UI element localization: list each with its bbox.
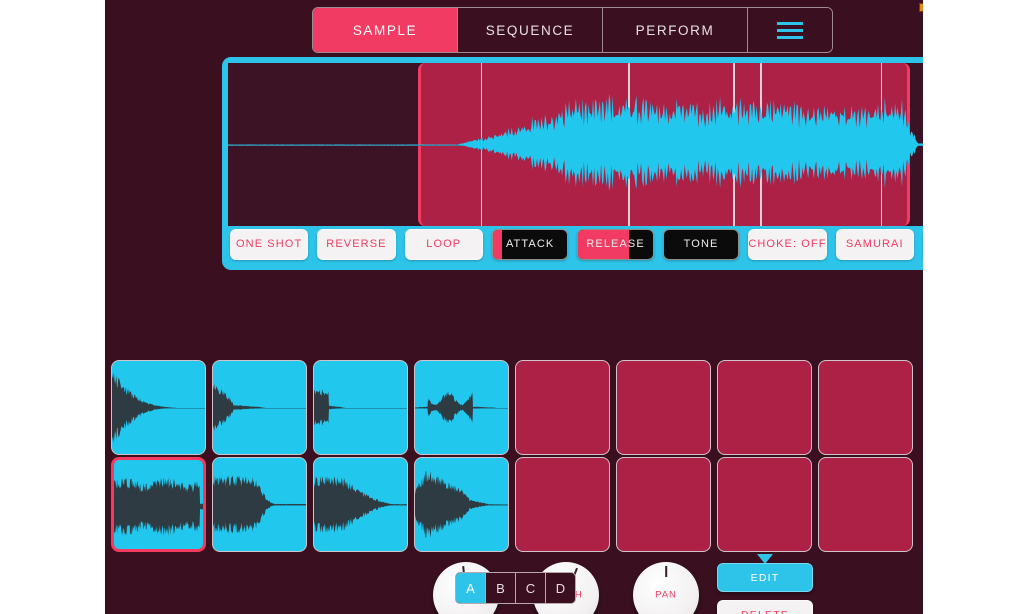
pad-waveform-graphic — [213, 475, 306, 534]
tab-perform[interactable]: PERFORM — [603, 8, 748, 52]
bank-d-button[interactable]: D — [546, 573, 575, 603]
sampler-app-window: SAMPLE SEQUENCE PERFORM ONE SHOT REVERSE… — [105, 0, 923, 614]
pad-waveform-graphic — [314, 476, 407, 533]
main-tab-bar: SAMPLE SEQUENCE PERFORM — [312, 7, 833, 53]
delete-button[interactable]: DELETE — [717, 600, 813, 614]
option-choke-off-button[interactable]: CHOKE: OFF — [748, 228, 827, 260]
option-label: REVERSE — [326, 238, 387, 250]
tab-perform-label: PERFORM — [635, 22, 715, 38]
parameter-knob-row: VOL PITCH PAN EDIT DELETE — [105, 278, 923, 614]
pad-7[interactable] — [717, 360, 812, 455]
option-one-shot-button[interactable]: ONE SHOT — [230, 228, 309, 260]
option-label: RELEASE — [586, 238, 645, 250]
pad-6[interactable] — [616, 360, 711, 455]
knob-pan-pointer — [665, 566, 667, 577]
pad-waveform-graphic — [112, 371, 205, 444]
edit-button-label: EDIT — [750, 571, 780, 584]
pad-12[interactable] — [414, 457, 509, 552]
pad-14[interactable] — [616, 457, 711, 552]
option-tone-button[interactable]: TONE — [662, 228, 740, 260]
option-release-button[interactable]: RELEASE — [577, 228, 654, 260]
bank-label: D — [555, 580, 566, 596]
bank-label: B — [496, 580, 505, 596]
pad-5[interactable] — [515, 360, 610, 455]
waveform-display[interactable] — [228, 63, 923, 226]
pad-row-1 — [105, 360, 923, 455]
option-label: ATTACK — [505, 238, 555, 250]
pad-9[interactable] — [111, 457, 206, 552]
status-indicator-dot — [919, 3, 923, 12]
pad-10[interactable] — [212, 457, 307, 552]
pad-13[interactable] — [515, 457, 610, 552]
pad-grid — [105, 360, 923, 554]
option-label: LOOP — [426, 238, 462, 250]
sample-options-toolbar: ONE SHOT REVERSE LOOP ATTACK RELEASE TONE CHOK… — [222, 226, 923, 262]
option-label: ONE SHOT — [236, 238, 303, 250]
menu-button[interactable] — [748, 8, 832, 52]
pad-waveform-graphic — [314, 389, 407, 426]
tab-sequence[interactable]: SEQUENCE — [458, 8, 603, 52]
tab-sequence-label: SEQUENCE — [485, 22, 575, 38]
option-attack-button[interactable]: ATTACK — [491, 228, 569, 260]
bank-label: A — [466, 580, 475, 596]
pad-waveform-graphic — [415, 391, 508, 424]
option-fill-indicator — [492, 229, 502, 259]
edit-button[interactable]: EDIT — [717, 563, 813, 592]
pad-row-2 — [105, 457, 923, 552]
waveform-panel: ONE SHOT REVERSE LOOP ATTACK RELEASE TONE CHOK… — [222, 57, 923, 270]
option-label: CHOKE: OFF — [748, 238, 827, 250]
delete-button-label: DELETE — [741, 609, 789, 614]
pad-16[interactable] — [818, 457, 913, 552]
pad-waveform-graphic — [114, 476, 203, 537]
bank-selector: A B C D — [455, 572, 576, 604]
knob-pan[interactable]: PAN — [633, 562, 699, 614]
pad-11[interactable] — [313, 457, 408, 552]
bank-b-button[interactable]: B — [486, 573, 516, 603]
pad-waveform-graphic — [415, 471, 508, 538]
tab-sample-label: SAMPLE — [352, 22, 418, 38]
pad-waveform-graphic — [213, 383, 306, 432]
bank-a-button[interactable]: A — [456, 573, 486, 603]
hamburger-menu-icon — [777, 21, 803, 39]
option-reverse-button[interactable]: REVERSE — [317, 228, 396, 260]
pad-15[interactable] — [717, 457, 812, 552]
option-loop-button[interactable]: LOOP — [404, 228, 483, 260]
bank-c-button[interactable]: C — [516, 573, 546, 603]
waveform-graphic — [228, 93, 923, 192]
pad-3[interactable] — [313, 360, 408, 455]
pad-8[interactable] — [818, 360, 913, 455]
option-label: TONE — [683, 238, 719, 250]
option-label: SAMURAI — [845, 238, 904, 250]
knob-pan-label: PAN — [655, 589, 677, 601]
tab-sample[interactable]: SAMPLE — [313, 8, 458, 52]
option-samurai-button[interactable]: SAMURAI — [835, 228, 914, 260]
pad-4[interactable] — [414, 360, 509, 455]
bank-label: C — [525, 580, 536, 596]
pad-2[interactable] — [212, 360, 307, 455]
pad-1[interactable] — [111, 360, 206, 455]
screen-root: SAMPLE SEQUENCE PERFORM ONE SHOT REVERSE… — [0, 0, 1024, 614]
